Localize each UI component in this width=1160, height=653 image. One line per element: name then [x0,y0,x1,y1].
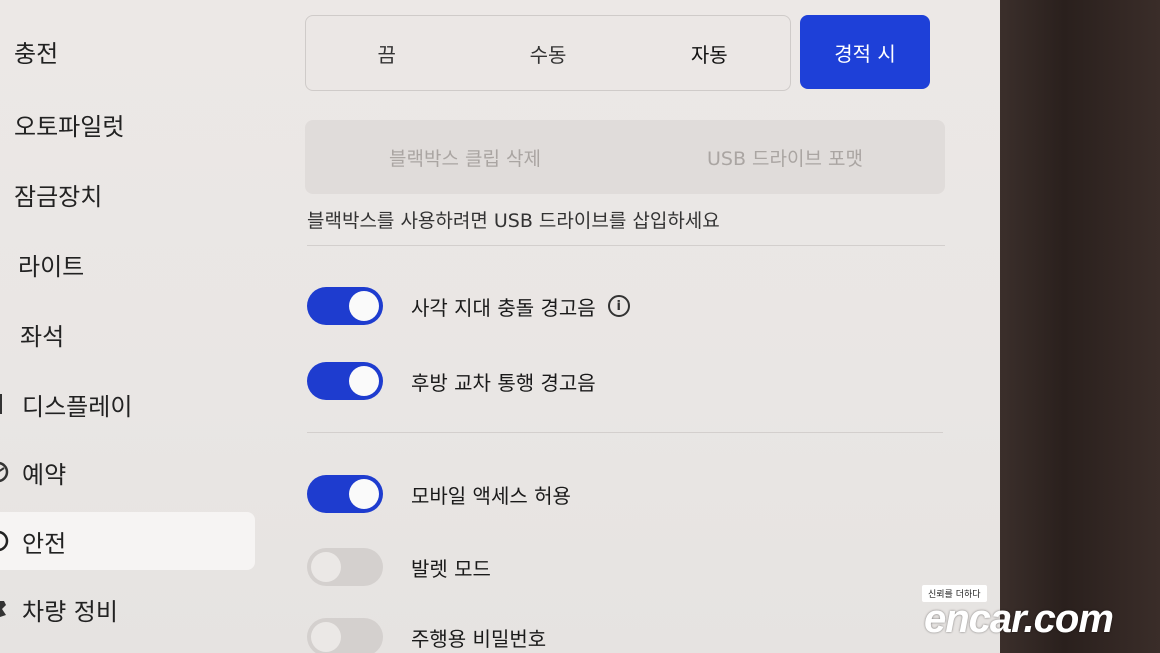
sidebar-item-label: 예약 [22,460,67,489]
toggle-label: 발렛 모드 [411,556,491,581]
dashcam-actions: 블랙박스 클립 삭제 USB 드라이브 포맷 [305,120,945,194]
sidebar-item-label: 충전 [14,39,59,68]
sidebar-item-autopilot[interactable]: 오토파일럿 [0,95,255,153]
dashcam-mode-selector: 끔 수동 자동 [305,15,791,91]
info-icon[interactable]: i [607,295,630,317]
toggle-knob [311,552,341,582]
dashcam-mode-label: 수동 [529,42,567,67]
sidebar-item-label: 좌석 [20,322,65,351]
toggle-row-valet-mode: 발렛 모드 [307,547,491,587]
toggle-label-wrap: 후방 교차 통행 경고음 [411,367,596,396]
sidebar: 충전 오토파일럿 잠금장치 라이트 좌석 디스플레이 예약 안전 차량 정비 [0,0,280,653]
display-icon [0,392,12,416]
valet-mode-toggle[interactable] [307,548,383,586]
toggle-label-wrap: 모바일 액세스 허용 [411,480,571,509]
watermark-brand: encar.com [924,597,1114,641]
sidebar-item-label: 오토파일럿 [14,112,125,141]
screen-bezel [1000,0,1160,653]
toggle-row-cross-traffic-chime: 후방 교차 통행 경고음 [307,361,596,401]
wrench-icon [0,597,12,621]
delete-clips-button[interactable]: 블랙박스 클립 삭제 [305,120,625,194]
clock-icon [0,460,12,484]
sidebar-item-label: 차량 정비 [22,597,118,626]
toggle-label-wrap: 발렛 모드 [411,553,491,582]
blind-spot-chime-toggle[interactable] [307,287,383,325]
delete-clips-label: 블랙박스 클립 삭제 [389,147,541,170]
toggle-label: 주행용 비밀번호 [411,626,547,651]
usb-hint-text: 블랙박스를 사용하려면 USB 드라이브를 삽입하세요 [307,210,720,232]
dashcam-mode-label: 자동 [690,42,728,67]
toggle-label: 사각 지대 충돌 경고음 [411,295,596,320]
toggle-knob [349,479,379,509]
divider [307,432,943,433]
sidebar-item-label: 디스플레이 [22,392,133,421]
sidebar-item-safety[interactable]: 안전 [0,512,255,570]
toggle-knob [349,291,379,321]
sidebar-item-seats[interactable]: 좌석 [0,305,255,363]
sidebar-item-label: 잠금장치 [14,182,103,211]
sidebar-item-charging[interactable]: 충전 [0,22,255,80]
sidebar-item-label: 안전 [22,529,67,558]
mobile-access-toggle[interactable] [307,475,383,513]
sidebar-item-label: 라이트 [18,252,85,281]
on-honk-label: 경적 시 [834,41,896,66]
cross-traffic-chime-toggle[interactable] [307,362,383,400]
dashcam-mode-label: 끔 [377,42,396,67]
divider [307,245,945,246]
dashcam-mode-off[interactable]: 끔 [306,16,467,90]
toggle-label-wrap: 사각 지대 충돌 경고음 i [411,292,630,321]
safety-icon [0,529,12,553]
toggle-knob [349,366,379,396]
format-usb-label: USB 드라이브 포맷 [707,147,863,170]
dashcam-mode-auto[interactable]: 자동 [629,16,790,90]
sidebar-item-schedule[interactable]: 예약 [0,443,255,501]
toggle-row-pin-to-drive: 주행용 비밀번호 [307,617,546,653]
sidebar-item-lights[interactable]: 라이트 [0,235,255,293]
sidebar-item-display[interactable]: 디스플레이 [0,375,255,433]
toggle-row-blind-spot-chime: 사각 지대 충돌 경고음 i [307,286,630,326]
format-usb-button[interactable]: USB 드라이브 포맷 [625,120,945,194]
toggle-label: 모바일 액세스 허용 [411,483,571,508]
pin-to-drive-toggle[interactable] [307,618,383,653]
toggle-label: 후방 교차 통행 경고음 [411,370,596,395]
dashcam-mode-manual[interactable]: 수동 [467,16,628,90]
settings-screen: 충전 오토파일럿 잠금장치 라이트 좌석 디스플레이 예약 안전 차량 정비 끔… [0,0,1000,653]
sidebar-item-service[interactable]: 차량 정비 [0,580,255,638]
on-honk-button[interactable]: 경적 시 [800,15,930,89]
sidebar-item-locks[interactable]: 잠금장치 [0,165,255,223]
toggle-label-wrap: 주행용 비밀번호 [411,623,546,652]
toggle-row-mobile-access: 모바일 액세스 허용 [307,474,571,514]
encar-watermark: 신뢰를 더하다 encar.com [922,585,1160,653]
toggle-knob [311,622,341,652]
